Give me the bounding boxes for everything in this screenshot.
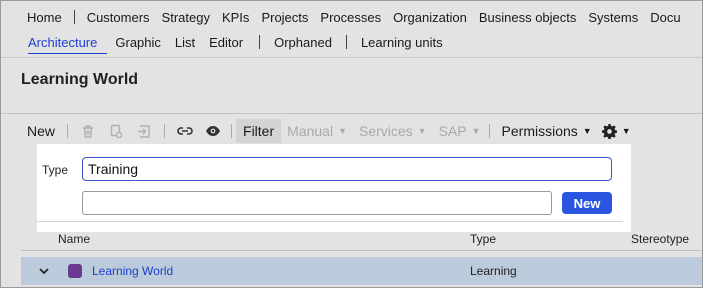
chevron-down-icon: ▼ xyxy=(582,126,592,136)
link-icon[interactable] xyxy=(171,120,199,142)
table-header: Name Type Stereotype xyxy=(1,232,702,246)
tab-architecture[interactable]: Architecture xyxy=(28,35,115,54)
gear-icon xyxy=(601,123,617,139)
tab-divider xyxy=(259,35,261,49)
row-name-link[interactable]: Learning World xyxy=(92,264,173,278)
toolbar-divider xyxy=(67,124,69,138)
title-divider-line xyxy=(1,113,702,114)
services-label: Services xyxy=(358,123,413,139)
nav-processes[interactable]: Processes xyxy=(320,10,393,25)
copy-icon[interactable] xyxy=(102,120,130,142)
permissions-label: Permissions xyxy=(501,123,578,139)
nav-organization[interactable]: Organization xyxy=(393,10,479,25)
tab-orphaned[interactable]: Orphaned xyxy=(274,35,340,50)
chevron-down-icon: ▼ xyxy=(621,126,631,136)
manual-label: Manual xyxy=(287,123,334,139)
nav-kpis[interactable]: KPIs xyxy=(222,10,261,25)
filter-button[interactable]: Filter xyxy=(236,119,282,143)
sap-dropdown[interactable]: SAP ▼ xyxy=(433,120,487,142)
column-header-stereotype[interactable]: Stereotype xyxy=(631,232,689,246)
permissions-dropdown[interactable]: Permissions ▼ xyxy=(496,120,598,142)
type-label: Type xyxy=(42,163,69,177)
nav-home[interactable]: Home xyxy=(27,10,70,25)
nav-strategy[interactable]: Strategy xyxy=(162,10,222,25)
column-header-name[interactable]: Name xyxy=(58,232,90,246)
page-title: Learning World xyxy=(21,71,139,88)
toolbar-divider xyxy=(488,124,490,138)
trash-icon[interactable] xyxy=(74,120,102,142)
sap-label: SAP xyxy=(438,123,467,139)
panel-divider xyxy=(37,221,623,222)
secondary-nav: Architecture Graphic List Editor Orphane… xyxy=(1,30,702,54)
chevron-down-icon: ▼ xyxy=(338,126,347,136)
type-color-swatch xyxy=(68,264,82,278)
nav-customers[interactable]: Customers xyxy=(87,10,162,25)
new-button[interactable]: New xyxy=(21,120,61,142)
tab-editor[interactable]: Editor xyxy=(209,35,251,50)
nav-divider xyxy=(73,10,75,24)
settings-dropdown[interactable]: ▼ xyxy=(598,120,637,142)
column-header-type[interactable]: Type xyxy=(470,232,496,246)
nav-projects[interactable]: Projects xyxy=(261,10,320,25)
nav-divider-line xyxy=(1,57,702,58)
services-dropdown[interactable]: Services ▼ xyxy=(353,120,433,142)
primary-nav: Home Customers Strategy KPIs Projects Pr… xyxy=(1,5,702,29)
table-row[interactable]: Learning World Learning xyxy=(21,257,702,285)
new-item-input[interactable] xyxy=(82,191,552,215)
eye-icon[interactable] xyxy=(199,120,227,142)
panel-new-button[interactable]: New xyxy=(562,192,612,214)
toolbar-divider xyxy=(231,124,233,138)
row-type: Learning xyxy=(470,264,517,278)
chevron-down-icon[interactable] xyxy=(39,265,49,277)
move-icon[interactable] xyxy=(130,120,158,142)
toolbar: New Filter Manual ▼ Services ▼ SAP ▼ Permis… xyxy=(21,119,637,143)
toolbar-divider xyxy=(164,124,166,138)
tab-graphic[interactable]: Graphic xyxy=(115,35,175,50)
chevron-down-icon: ▼ xyxy=(417,126,427,136)
filter-panel: Type New xyxy=(37,144,631,232)
nav-systems[interactable]: Systems xyxy=(588,10,650,25)
nav-docu[interactable]: Docu xyxy=(650,10,688,25)
nav-business-objects[interactable]: Business objects xyxy=(479,10,589,25)
tab-list[interactable]: List xyxy=(175,35,209,50)
manual-dropdown[interactable]: Manual ▼ xyxy=(281,120,353,142)
header-divider xyxy=(21,250,702,251)
tab-learning-units[interactable]: Learning units xyxy=(361,35,451,50)
tab-divider xyxy=(345,35,347,49)
chevron-down-icon: ▼ xyxy=(471,126,481,136)
type-field[interactable] xyxy=(82,157,612,181)
